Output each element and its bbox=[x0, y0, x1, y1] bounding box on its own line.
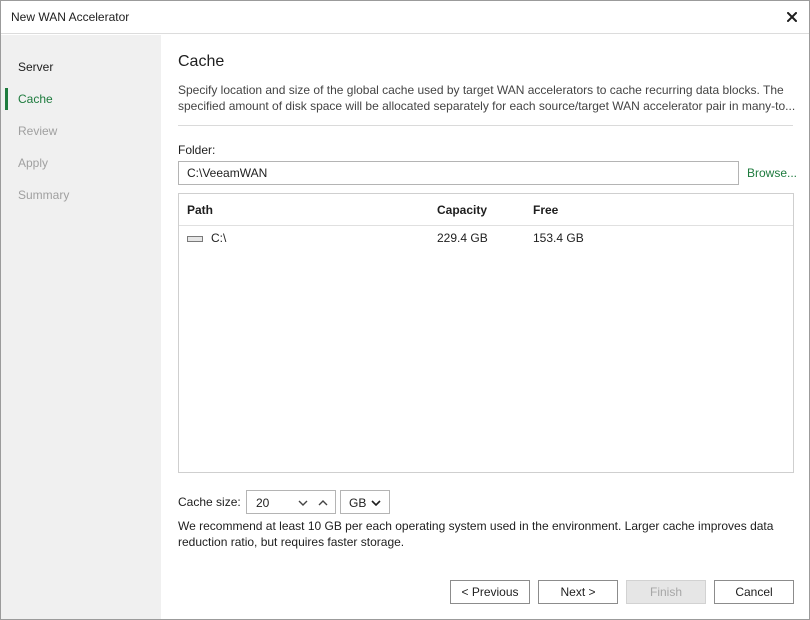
finish-button: Finish bbox=[626, 580, 706, 604]
cache-recommendation: We recommend at least 10 GB per each ope… bbox=[178, 518, 798, 550]
close-icon bbox=[787, 12, 797, 22]
column-header-path[interactable]: Path bbox=[187, 203, 213, 217]
column-header-capacity[interactable]: Capacity bbox=[437, 203, 487, 217]
wizard-window: New WAN Accelerator Server Cache Review … bbox=[0, 0, 810, 620]
description-line: Specify location and size of the global … bbox=[178, 83, 784, 97]
close-button[interactable] bbox=[781, 6, 803, 28]
chevron-down-icon bbox=[371, 500, 381, 506]
chevron-up-icon bbox=[318, 500, 328, 506]
cache-size-label: Cache size: bbox=[178, 495, 241, 509]
window-title: New WAN Accelerator bbox=[11, 10, 130, 24]
wizard-steps-sidebar: Server Cache Review Apply Summary bbox=[1, 35, 161, 619]
sidebar-item-summary: Summary bbox=[18, 188, 70, 202]
folder-input[interactable] bbox=[178, 161, 739, 185]
step-content: Cache Specify location and size of the g… bbox=[161, 35, 809, 619]
drive-icon bbox=[187, 236, 203, 242]
chevron-down-icon bbox=[298, 500, 308, 506]
cache-size-stepper[interactable]: 20 bbox=[246, 490, 336, 514]
folder-label: Folder: bbox=[178, 143, 216, 157]
recommendation-line: We recommend at least 10 GB per each ope… bbox=[178, 519, 774, 533]
header-divider bbox=[178, 125, 793, 126]
browse-link[interactable]: Browse... bbox=[747, 166, 797, 180]
cell-path: C:\ bbox=[211, 231, 227, 245]
sidebar-item-review: Review bbox=[18, 124, 58, 138]
sidebar-item-cache[interactable]: Cache bbox=[1, 87, 161, 111]
table-header: Path Capacity Free bbox=[179, 194, 793, 226]
sidebar-item-apply: Apply bbox=[18, 156, 49, 170]
decrement-button[interactable] bbox=[294, 494, 312, 512]
cancel-button[interactable]: Cancel bbox=[714, 580, 794, 604]
increment-button[interactable] bbox=[314, 494, 332, 512]
cache-unit-select[interactable]: GB bbox=[340, 490, 390, 514]
cache-unit-value: GB bbox=[349, 496, 367, 510]
next-button[interactable]: Next > bbox=[538, 580, 618, 604]
volumes-table: Path Capacity Free C:\ 229.4 GB 153.4 GB bbox=[178, 193, 794, 473]
table-row[interactable]: C:\ 229.4 GB 153.4 GB bbox=[179, 227, 793, 251]
cell-free: 153.4 GB bbox=[533, 231, 584, 245]
dropdown-chevron bbox=[367, 494, 385, 512]
page-title: Cache bbox=[178, 53, 225, 70]
recommendation-line: reduction ratio, but requires faster sto… bbox=[178, 535, 405, 549]
cell-capacity: 229.4 GB bbox=[437, 231, 488, 245]
description-line: specified amount of disk space will be a… bbox=[178, 99, 796, 113]
column-header-free[interactable]: Free bbox=[533, 203, 558, 217]
step-description: Specify location and size of the global … bbox=[178, 82, 796, 114]
cache-size-value[interactable]: 20 bbox=[256, 496, 269, 510]
previous-button[interactable]: < Previous bbox=[450, 580, 530, 604]
title-bar: New WAN Accelerator bbox=[1, 1, 809, 34]
sidebar-item-server[interactable]: Server bbox=[1, 55, 161, 79]
